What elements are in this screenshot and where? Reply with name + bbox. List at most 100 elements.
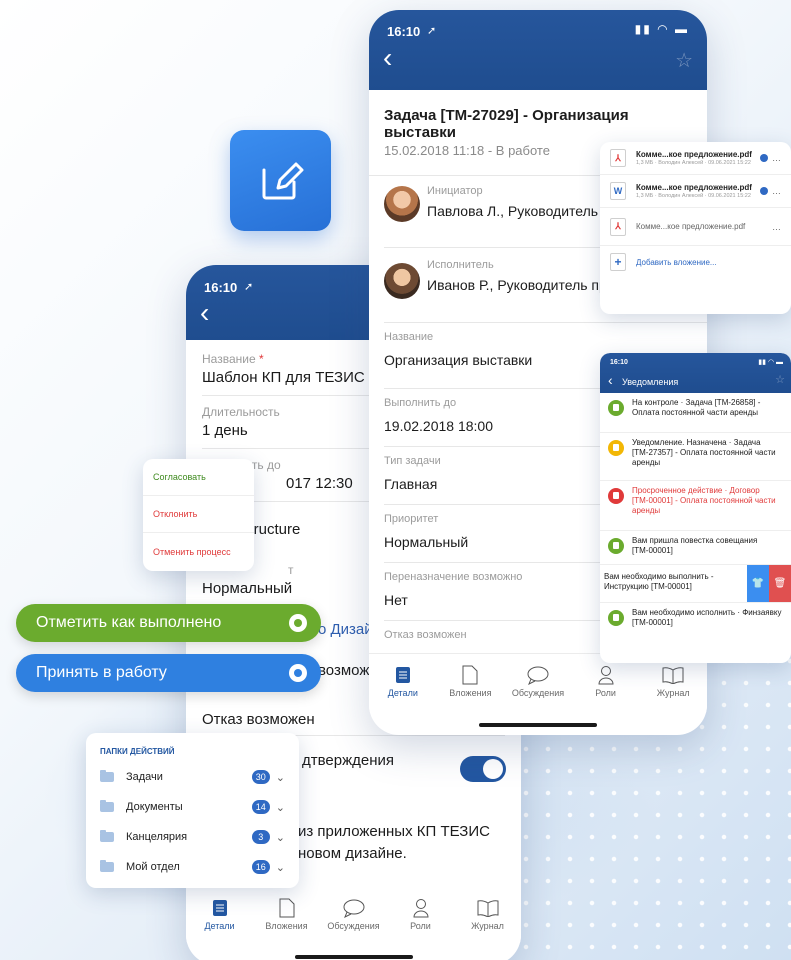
attachment-row[interactable]: ⅄ Комме...кое предложение.pdf … <box>600 208 791 246</box>
location-arrow-icon: ➚ <box>244 281 254 293</box>
details-icon <box>212 900 227 916</box>
word-icon: W <box>610 182 626 200</box>
notification-item[interactable]: Вам необходимо исполнить · Финзаявку [ТМ… <box>600 603 791 633</box>
front-phone-header: 16:10 ➚ ▮▮ ◠ ▬ ‹ ☆ <box>369 10 707 90</box>
confirmation-toggle[interactable] <box>460 756 506 782</box>
signal-wifi-battery-icon: ▮▮ ◠ ▬ <box>634 22 689 36</box>
tab-attachments[interactable]: Вложения <box>437 654 505 713</box>
notification-item[interactable]: Просроченное действие · Договор [ТМ-0000… <box>600 481 791 531</box>
attachment-row[interactable]: W Комме...кое предложение.pdf 1,3 МБ · В… <box>600 175 791 208</box>
count-badge: 14 <box>251 800 270 814</box>
folders-title: ПАПКИ ДЕЙСТВИЙ <box>100 747 175 756</box>
description-line-2: новом дизайне. <box>298 845 407 862</box>
folder-item[interactable]: Мой отдел 16 ⌄ <box>100 852 285 882</box>
status-time: 16:10 <box>610 359 628 366</box>
notification-item[interactable]: На контроле · Задача [ТМ-26858] - Оплата… <box>600 393 791 433</box>
flag-icon <box>608 538 624 554</box>
radio-icon <box>289 614 307 632</box>
reject-menu-item[interactable]: Отклонить <box>143 496 254 533</box>
home-indicator <box>479 723 597 727</box>
action-folders-card: ПАПКИ ДЕЙСТВИЙ Задачи 30 ⌄ Документы 14 … <box>86 733 299 888</box>
task-title: Задача [ТМ-27029] - Организация выставки <box>384 107 629 141</box>
chevron-down-icon[interactable]: ⌄ <box>276 861 285 874</box>
tab-details[interactable]: Детали <box>186 887 253 943</box>
notification-item[interactable]: Вам пришла повестка совещания [ТМ-00001] <box>600 531 791 565</box>
swiped-notification-item[interactable]: Вам необходимо выполнить - Инструкцию [Т… <box>600 565 791 603</box>
count-badge: 16 <box>251 860 270 874</box>
context-menu: Согласовать Отклонить Отменить процесс <box>143 459 254 571</box>
chat-bubble-icon <box>343 899 364 918</box>
book-icon <box>477 900 498 917</box>
tab-journal[interactable]: Журнал <box>454 887 521 943</box>
refuse-possible-label: Отказ возможен <box>202 711 315 728</box>
chat-bubble-icon <box>527 666 549 685</box>
chevron-down-icon[interactable]: ⌄ <box>276 801 285 814</box>
tab-roles[interactable]: Роли <box>387 887 454 943</box>
sync-status-icon <box>760 154 768 162</box>
back-chevron-icon[interactable]: ‹ <box>608 372 613 388</box>
status-time: 16:10 <box>387 24 421 39</box>
pdf-icon: ⅄ <box>610 217 626 236</box>
notifications-header: 16:10 ▮▮ ◠ ▬ ‹ Уведомления ☆ <box>600 353 791 393</box>
book-icon <box>662 667 684 684</box>
count-badge: 30 <box>251 770 270 784</box>
design-link-partial[interactable]: о Дизай <box>318 621 373 638</box>
initiator-avatar <box>384 186 420 222</box>
trash-icon[interactable]: 🗑 <box>769 565 791 602</box>
possible-partial: возмож <box>318 662 370 679</box>
attachment-row[interactable]: ⅄ Комме...кое предложение.pdf 1,3 МБ · В… <box>600 142 791 175</box>
notifications-title: Уведомления <box>622 377 679 387</box>
folder-item[interactable]: Документы 14 ⌄ <box>100 792 285 822</box>
edit-app-icon[interactable] <box>230 130 331 231</box>
star-icon[interactable]: ☆ <box>775 373 785 386</box>
tab-discussions[interactable]: Обсуждения <box>320 887 387 943</box>
radio-icon <box>289 664 307 682</box>
signal-wifi-battery-icon: ▮▮ ◠ ▬ <box>758 359 783 366</box>
mark-done-button[interactable]: Отметить как выполнено <box>16 604 321 642</box>
accept-label: Принять в работу <box>36 664 167 681</box>
edit-pencil-icon <box>262 162 303 199</box>
tab-attachments[interactable]: Вложения <box>253 887 320 943</box>
location-arrow-icon: ➚ <box>427 25 437 37</box>
attachments-card: ⅄ Комме...кое предложение.pdf 1,3 МБ · В… <box>600 142 791 314</box>
shirt-action-icon[interactable]: 👕 <box>747 565 769 602</box>
home-indicator <box>294 955 413 959</box>
chevron-down-icon[interactable]: ⌄ <box>276 771 285 784</box>
more-icon[interactable]: … <box>772 222 781 232</box>
back-chevron-icon[interactable]: ‹ <box>383 44 392 72</box>
add-icon: + <box>610 253 626 271</box>
person-icon <box>598 666 614 685</box>
flag-icon <box>608 440 624 456</box>
accept-button[interactable]: Принять в работу <box>16 654 321 692</box>
back-chevron-icon[interactable]: ‹ <box>200 299 209 327</box>
file-icon <box>462 665 478 685</box>
count-badge: 3 <box>251 830 270 844</box>
cancel-process-menu-item[interactable]: Отменить процесс <box>143 533 254 570</box>
details-icon <box>395 667 410 683</box>
flag-icon <box>608 400 624 416</box>
folder-item[interactable]: Задачи 30 ⌄ <box>100 762 285 792</box>
folder-icon <box>100 800 114 812</box>
initiator-label: Инициатор <box>427 185 483 197</box>
tab-details[interactable]: Детали <box>369 654 437 713</box>
notifications-card: 16:10 ▮▮ ◠ ▬ ‹ Уведомления ☆ На контроле… <box>600 353 791 663</box>
star-icon[interactable]: ☆ <box>675 48 693 73</box>
add-attachment-button[interactable]: + Добавить вложение... <box>600 246 791 278</box>
folder-icon <box>100 860 114 872</box>
mark-done-label: Отметить как выполнено <box>36 614 222 631</box>
confirmation-partial: дтверждения <box>302 752 395 769</box>
more-icon[interactable]: … <box>772 153 781 163</box>
flag-icon <box>608 488 624 504</box>
executor-label: Исполнитель <box>427 259 494 271</box>
more-icon[interactable]: … <box>772 186 781 196</box>
sync-status-icon <box>760 187 768 195</box>
person-icon <box>412 899 429 918</box>
tab-discussions[interactable]: Обсуждения <box>504 654 572 713</box>
flag-icon <box>608 610 624 626</box>
notification-item[interactable]: Уведомление. Назначена · Задача [ТМ-2735… <box>600 433 791 481</box>
folder-item[interactable]: Канцелярия 3 ⌄ <box>100 822 285 852</box>
folder-icon <box>100 830 114 842</box>
chevron-down-icon[interactable]: ⌄ <box>276 831 285 844</box>
approve-menu-item[interactable]: Согласовать <box>143 459 254 496</box>
description-line-1: из приложенных КП ТЕЗИС <box>298 823 490 840</box>
